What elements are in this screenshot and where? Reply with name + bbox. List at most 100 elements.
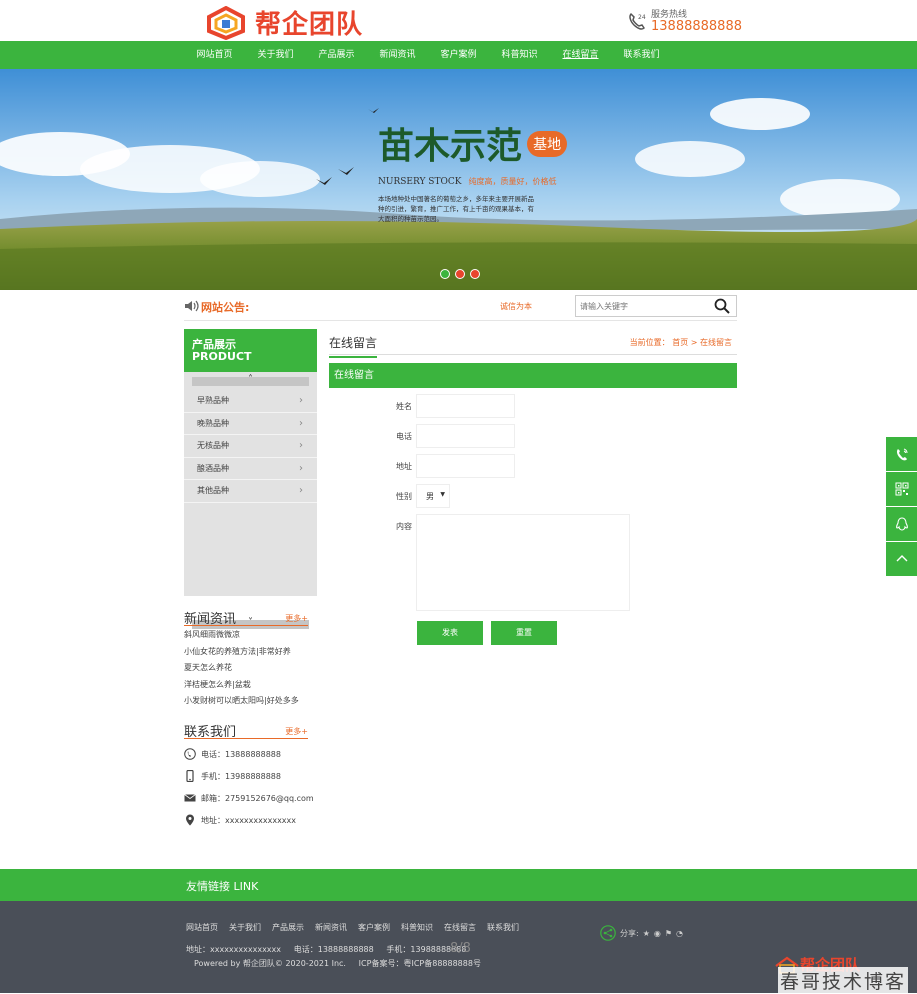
share-label: 分享: <box>620 928 639 938</box>
logo-icon <box>207 5 245 40</box>
friend-links-label: 友情链接 LINK <box>186 880 259 893</box>
phone-24-icon: 24 <box>629 12 646 30</box>
news-item[interactable]: 小仙女花的养殖方法|非常好养 <box>184 646 299 663</box>
footer-nav-science[interactable]: 科普知识 <box>401 922 433 933</box>
nav-item-home[interactable]: 网站首页 <box>184 41 245 69</box>
breadcrumb[interactable]: 当前位置： 首页 > 在线留言 <box>630 337 732 348</box>
hero-banner[interactable]: 苗木示范 基地 NURSERY STOCK 纯度高，质量好，价格低 本场地种处中… <box>0 69 917 290</box>
news-item[interactable]: 洋桔梗怎么养|盆栽 <box>184 679 299 696</box>
footer-nav-message[interactable]: 在线留言 <box>444 922 476 933</box>
product-sidebar: 产品展示 PRODUCT ˄ 早熟品种 › 晚熟品种 › 无核品种 › 酿酒品种 › 其… <box>184 329 317 629</box>
banner-desc: 本场地种处中国著名的葡萄之乡，多年来主要开展新品 种的引进，繁育，推广工作，有上… <box>378 195 534 223</box>
notice-text: 诚信为本 <box>500 302 532 311</box>
floating-toolbar <box>886 437 917 577</box>
share-weibo-icon[interactable]: ◉ <box>654 929 661 938</box>
chevron-right-icon: › <box>299 417 303 429</box>
chevron-up-icon: ˄ <box>248 374 253 385</box>
chevron-right-icon: › <box>299 440 303 451</box>
sidebar-item-late[interactable]: 晚熟品种 › <box>184 413 317 435</box>
float-qq-button[interactable] <box>886 507 917 541</box>
address-field[interactable] <box>416 454 515 478</box>
reset-button[interactable]: 重置 <box>491 621 557 645</box>
footer-contact-info: 地址：xxxxxxxxxxxxxxx 电话：13888888888 手机：139… <box>186 945 467 954</box>
caret-down-icon: ▼ <box>440 491 445 498</box>
sidebar-header: 产品展示 PRODUCT <box>184 329 317 372</box>
chevron-up-icon <box>896 555 907 562</box>
nav-item-about[interactable]: 关于我们 <box>245 41 306 69</box>
contact-phone: 电话：13888888888 <box>184 743 314 765</box>
sidebar-item-other[interactable]: 其他品种 › <box>184 480 317 503</box>
content-label: 内容 <box>396 522 412 531</box>
footer-nav-home[interactable]: 网站首页 <box>186 922 218 933</box>
footer-nav-contact[interactable]: 联系我们 <box>487 922 519 933</box>
phone-label: 电话 <box>396 432 412 441</box>
banner-dot-1[interactable] <box>440 269 450 279</box>
banner-subtitle-en: NURSERY STOCK <box>378 177 462 187</box>
scroll-up-button[interactable]: ˄ <box>192 374 309 386</box>
hotline-number: 13888888888 <box>651 19 742 34</box>
content-textarea[interactable] <box>416 514 630 611</box>
news-title: 新闻资讯 <box>184 612 237 627</box>
footer-nav-about[interactable]: 关于我们 <box>229 922 261 933</box>
news-item[interactable]: 斜风细雨微微凉 <box>184 629 299 646</box>
name-field[interactable] <box>416 394 515 418</box>
speaker-icon <box>185 300 199 312</box>
chevron-right-icon: › <box>299 462 303 474</box>
banner-badge: 基地 <box>527 131 568 157</box>
share-circle-icon[interactable]: ◔ <box>676 929 683 938</box>
footer-nav-products[interactable]: 产品展示 <box>272 922 304 933</box>
page-title: 在线留言 <box>329 334 378 358</box>
main-title-bar: 在线留言 当前位置： 首页 > 在线留言 <box>329 329 737 358</box>
chevron-right-icon: › <box>299 485 303 496</box>
banner-subtitle-cn: 纯度高，质量好，价格低 <box>468 177 557 186</box>
chevron-right-icon: › <box>299 395 303 406</box>
banner-title: 苗木示范 <box>378 125 523 167</box>
phone-icon <box>896 448 907 461</box>
sidebar-title-en: PRODUCT <box>192 350 252 363</box>
hotline: 24 服务热线 13888888888 <box>627 9 742 33</box>
share-star-icon[interactable]: ★ <box>643 929 650 938</box>
share-flag-icon[interactable]: ⚑ <box>665 929 672 938</box>
address-label: 地址 <box>396 462 412 471</box>
float-phone-button[interactable] <box>886 437 917 471</box>
sidebar-item-seedless[interactable]: 无核品种 › <box>184 435 317 458</box>
nav-item-science[interactable]: 科普知识 <box>489 41 550 69</box>
banner-title-block: 苗木示范 基地 NURSERY STOCK 纯度高，质量好，价格低 本场地种处中… <box>378 117 568 224</box>
banner-dot-2[interactable] <box>455 269 465 279</box>
nav-item-products[interactable]: 产品展示 <box>306 41 367 69</box>
footer-nav-cases[interactable]: 客户案例 <box>358 922 390 933</box>
news-item[interactable]: 小发财树可以晒太阳吗|好处多多 <box>184 695 299 712</box>
float-qrcode-button[interactable] <box>886 472 917 506</box>
phone-field[interactable] <box>416 424 515 448</box>
location-pin-icon <box>184 814 196 826</box>
gender-select[interactable]: 男 ▼ <box>416 484 450 508</box>
search-icon[interactable] <box>714 298 730 314</box>
banner-dot-3[interactable] <box>470 269 480 279</box>
nav-item-contact[interactable]: 联系我们 <box>611 41 672 69</box>
submit-button[interactable]: 发表 <box>417 621 483 645</box>
footer-nav-news[interactable]: 新闻资讯 <box>315 922 347 933</box>
sidebar-item-early[interactable]: 早熟品种 › <box>184 390 317 413</box>
form-header: 在线留言 <box>329 363 737 388</box>
share-icon <box>600 925 616 941</box>
contact-more-link[interactable]: 更多+ <box>285 726 308 737</box>
banner-pagination <box>440 269 480 279</box>
sidebar-item-wine[interactable]: 酿酒品种 › <box>184 458 317 480</box>
site-logo[interactable]: 帮企团队 <box>203 4 363 41</box>
news-item[interactable]: 夏天怎么养花 <box>184 662 299 679</box>
contact-list: 电话：13888888888 手机：13988888888 邮箱：2759152… <box>184 743 314 831</box>
back-to-top-button[interactable] <box>886 542 917 576</box>
footer-copyright: Powered by 帮企团队© 2020-2021 Inc. ICP备案号：粤… <box>194 959 481 968</box>
footer-nav: 网站首页 关于我们 产品展示 新闻资讯 客户案例 科普知识 在线留言 联系我们 <box>186 922 530 933</box>
contact-title: 联系我们 <box>184 725 237 740</box>
notice-bar: 网站公告: 诚信为本 <box>184 292 737 321</box>
nav-item-message[interactable]: 在线留言 <box>550 41 611 69</box>
nav-item-news[interactable]: 新闻资讯 <box>367 41 428 69</box>
contact-address: 地址：xxxxxxxxxxxxxxx <box>184 809 314 831</box>
logo-text: 帮企团队 <box>255 10 364 40</box>
share-bar: 分享: ★ ◉ ⚑ ◔ <box>600 925 683 941</box>
watermark-text: 春哥技术博客 <box>778 967 909 994</box>
nav-item-cases[interactable]: 客户案例 <box>428 41 489 69</box>
search-input[interactable] <box>580 300 710 313</box>
news-more-link[interactable]: 更多+ <box>285 613 308 624</box>
